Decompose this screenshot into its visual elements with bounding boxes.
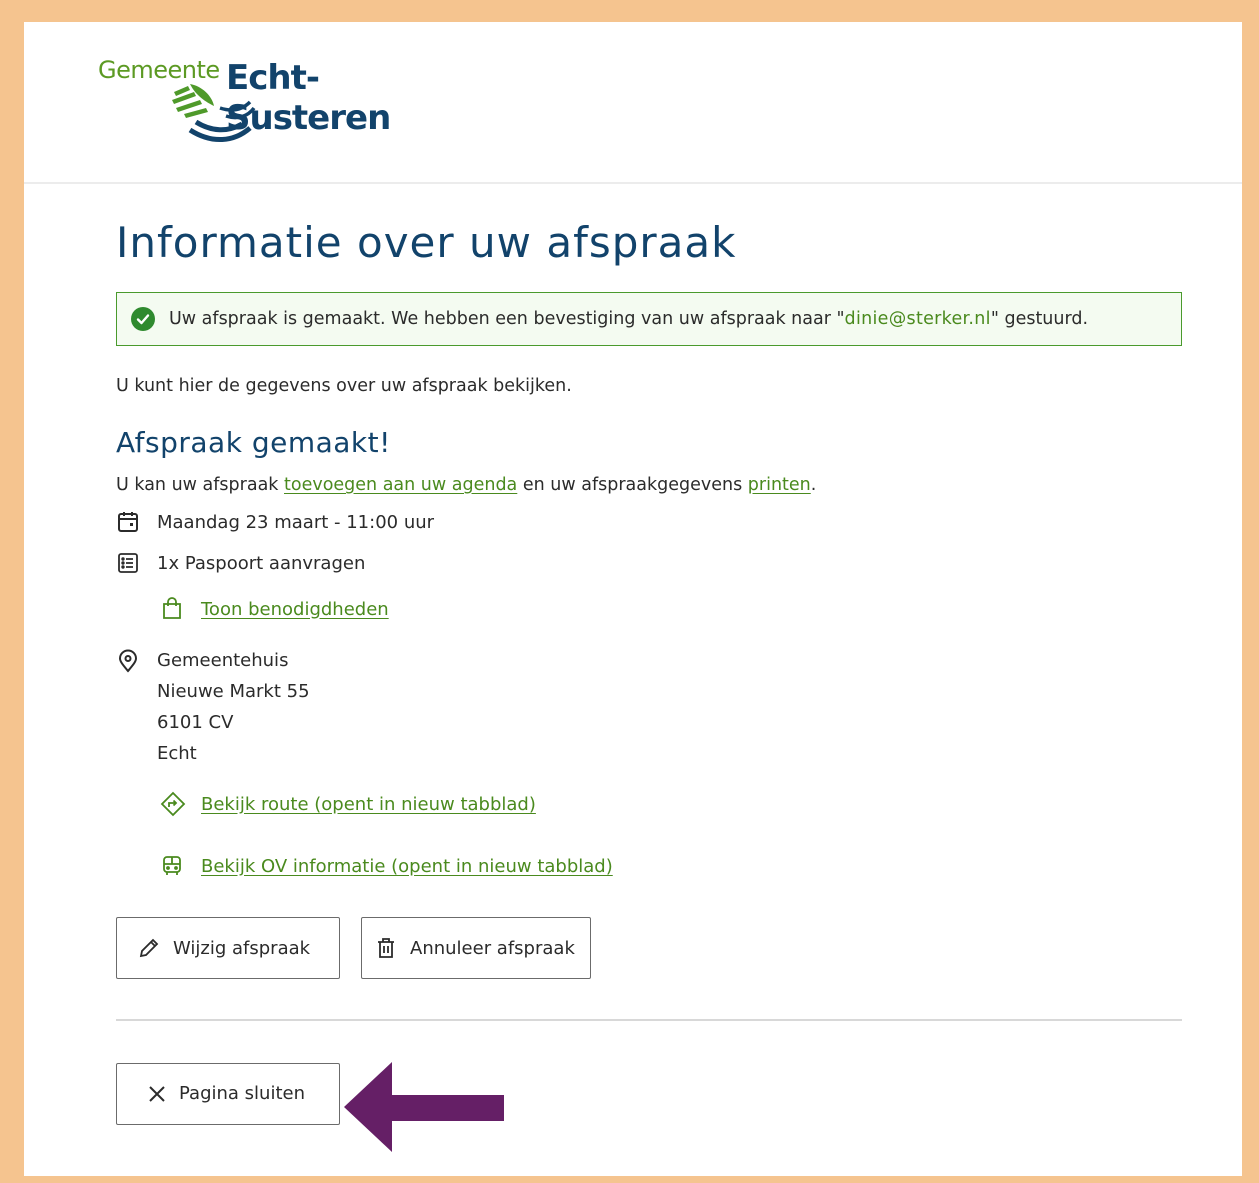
appointment-date-row: Maandag 23 maart - 11:00 uur xyxy=(116,509,1182,535)
section-divider xyxy=(116,1019,1182,1021)
appointment-product: 1x Paspoort aanvragen xyxy=(157,552,366,574)
agenda-text-2: en uw afspraakgegevens xyxy=(517,475,748,495)
alert-email: dinie@sterker.nl xyxy=(844,309,991,329)
route-row: Bekijk route (opent in nieuw tabblad) xyxy=(160,791,1182,817)
agenda-sentence: U kan uw afspraak toevoegen aan uw agend… xyxy=(116,475,1182,495)
edit-appointment-button[interactable]: Wijzig afspraak xyxy=(116,917,340,979)
ov-info-link[interactable]: Bekijk OV informatie (opent in nieuw tab… xyxy=(201,856,613,877)
confirmation-title: Afspraak gemaakt! xyxy=(116,426,391,459)
calendar-icon xyxy=(116,509,146,535)
arrow-left-icon xyxy=(344,1062,504,1152)
appointment-date-time: Maandag 23 maart - 11:00 uur xyxy=(157,511,435,533)
cancel-appointment-label: Annuleer afspraak xyxy=(410,937,575,959)
intro-text: U kunt hier de gegevens over uw afspraak… xyxy=(116,376,572,396)
alert-message: Uw afspraak is gemaakt. We hebben een be… xyxy=(169,309,1088,329)
show-requirements-link[interactable]: Toon benodigdheden xyxy=(201,599,389,620)
logo-name: Echt-Susteren xyxy=(226,58,391,138)
close-page-button[interactable]: Pagina sluiten xyxy=(116,1062,340,1125)
route-sign-icon xyxy=(160,791,188,817)
municipality-logo[interactable]: Gemeente Echt-Susteren xyxy=(98,56,478,156)
map-pin-icon xyxy=(116,648,146,674)
logo-emblem-icon xyxy=(172,84,256,143)
check-circle-icon xyxy=(131,307,155,331)
success-alert: Uw afspraak is gemaakt. We hebben een be… xyxy=(116,292,1182,346)
location-row: Gemeentehuis Nieuwe Markt 55 6101 CV Ech… xyxy=(116,648,1182,769)
close-icon xyxy=(147,1084,167,1104)
print-link[interactable]: printen xyxy=(748,475,811,495)
page-frame: Gemeente Echt-Susteren Informatie over u… xyxy=(24,22,1242,1176)
agenda-text-3: . xyxy=(810,475,817,495)
location-street: Nieuwe Markt 55 xyxy=(157,681,310,702)
main-content: Informatie over uw afspraak Uw afspraak … xyxy=(116,222,1182,1125)
appointment-actions: Wijzig afspraak Annuleer afspraak xyxy=(116,917,1182,979)
location-name: Gemeentehuis xyxy=(157,650,289,671)
alert-text-after: " gestuurd. xyxy=(990,309,1089,329)
requirements-row: Toon benodigdheden xyxy=(160,596,1182,622)
location-address: Gemeentehuis Nieuwe Markt 55 6101 CV Ech… xyxy=(157,645,310,769)
location-postal-code: 6101 CV xyxy=(157,712,234,733)
appointment-product-row: 1x Paspoort aanvragen xyxy=(116,550,1182,576)
trash-icon xyxy=(374,936,398,960)
shopping-bag-icon xyxy=(160,596,188,622)
alert-text-before: Uw afspraak is gemaakt. We hebben een be… xyxy=(169,309,845,329)
logo-prefix: Gemeente xyxy=(98,56,220,84)
ov-row: Bekijk OV informatie (opent in nieuw tab… xyxy=(160,853,1182,879)
pencil-icon xyxy=(137,936,161,960)
page-title: Informatie over uw afspraak xyxy=(116,218,737,267)
close-page-label: Pagina sluiten xyxy=(179,1083,305,1104)
bus-icon xyxy=(160,853,188,879)
cancel-appointment-button[interactable]: Annuleer afspraak xyxy=(361,917,591,979)
add-to-calendar-link[interactable]: toevoegen aan uw agenda xyxy=(284,475,517,495)
location-city: Echt xyxy=(157,743,197,764)
list-icon xyxy=(116,550,146,576)
edit-appointment-label: Wijzig afspraak xyxy=(173,937,311,959)
agenda-text-1: U kan uw afspraak xyxy=(116,475,284,495)
site-header: Gemeente Echt-Susteren xyxy=(24,22,1242,184)
route-link[interactable]: Bekijk route (opent in nieuw tabblad) xyxy=(201,794,536,815)
